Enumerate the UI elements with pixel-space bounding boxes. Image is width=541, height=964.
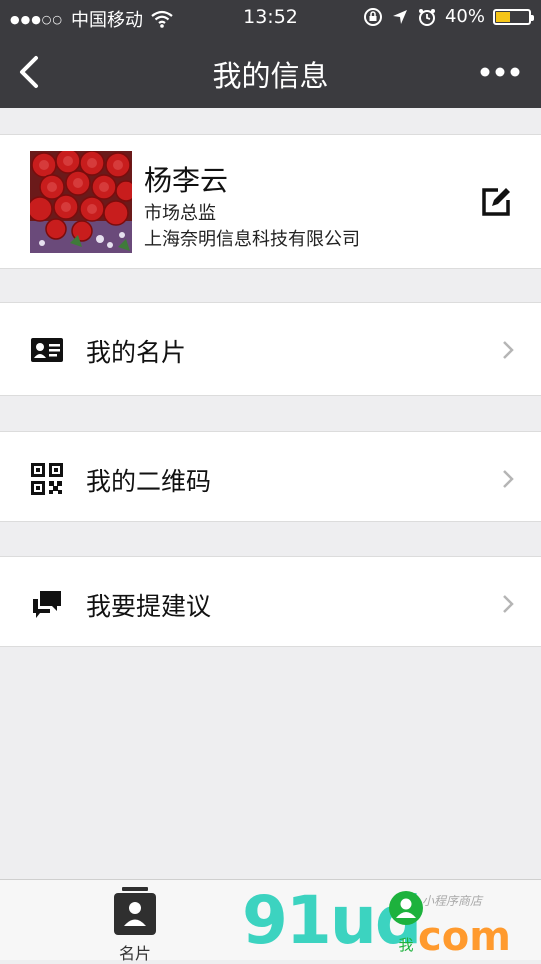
battery-icon: [493, 8, 534, 25]
chat-bubbles-icon: [33, 591, 61, 618]
tab-label: 名片: [118, 944, 151, 963]
profile-name: 杨李云: [144, 164, 229, 197]
status-bar: ●●●○○ 中国移动 13:52 40%: [0, 0, 541, 36]
qr-code-icon: [31, 463, 63, 495]
menu-label: 我的名片: [86, 338, 187, 367]
user-icon: [389, 891, 423, 925]
profile-job-title: 市场总监: [144, 203, 216, 224]
nav-bar: 我的信息: [0, 36, 541, 108]
location-arrow-icon: [392, 9, 407, 24]
tab-label: 我: [398, 936, 414, 954]
watermark: 91ud 小程序商店 com 我: [240, 880, 540, 961]
watermark-suffix: com: [418, 914, 511, 960]
tab-bar: 名片 91ud 小程序商店 com 我: [0, 879, 541, 963]
menu-item-suggestion[interactable]: 我要提建议: [0, 556, 541, 647]
avatar[interactable]: [30, 151, 132, 253]
battery-percent: 40%: [444, 6, 485, 27]
tab-me[interactable]: 我: [388, 890, 424, 954]
edit-icon[interactable]: [481, 187, 511, 217]
contact-card-icon: [114, 887, 156, 935]
id-card-icon: [31, 338, 63, 362]
menu-item-my-card[interactable]: 我的名片: [0, 302, 541, 396]
top-bar: ●●●○○ 中国移动 13:52 40% 我的信息: [0, 0, 541, 108]
page-title: 我的信息: [212, 59, 329, 93]
chevron-right-icon: [503, 341, 514, 359]
profile-card[interactable]: 杨李云 市场总监 上海奈明信息科技有限公司: [0, 134, 541, 269]
more-dots-icon[interactable]: [479, 62, 521, 82]
menu-label: 我要提建议: [86, 592, 212, 621]
menu-label: 我的二维码: [86, 467, 212, 496]
profile-company: 上海奈明信息科技有限公司: [144, 229, 360, 250]
chevron-right-icon: [503, 595, 514, 613]
tab-card[interactable]: 名片: [105, 884, 165, 963]
watermark-sub: 小程序商店: [422, 894, 483, 908]
red-roses-photo: [30, 151, 132, 253]
menu-item-my-qrcode[interactable]: 我的二维码: [0, 431, 541, 522]
orientation-lock-icon: [363, 7, 382, 26]
chevron-right-icon: [503, 470, 514, 488]
alarm-icon: [418, 8, 435, 26]
